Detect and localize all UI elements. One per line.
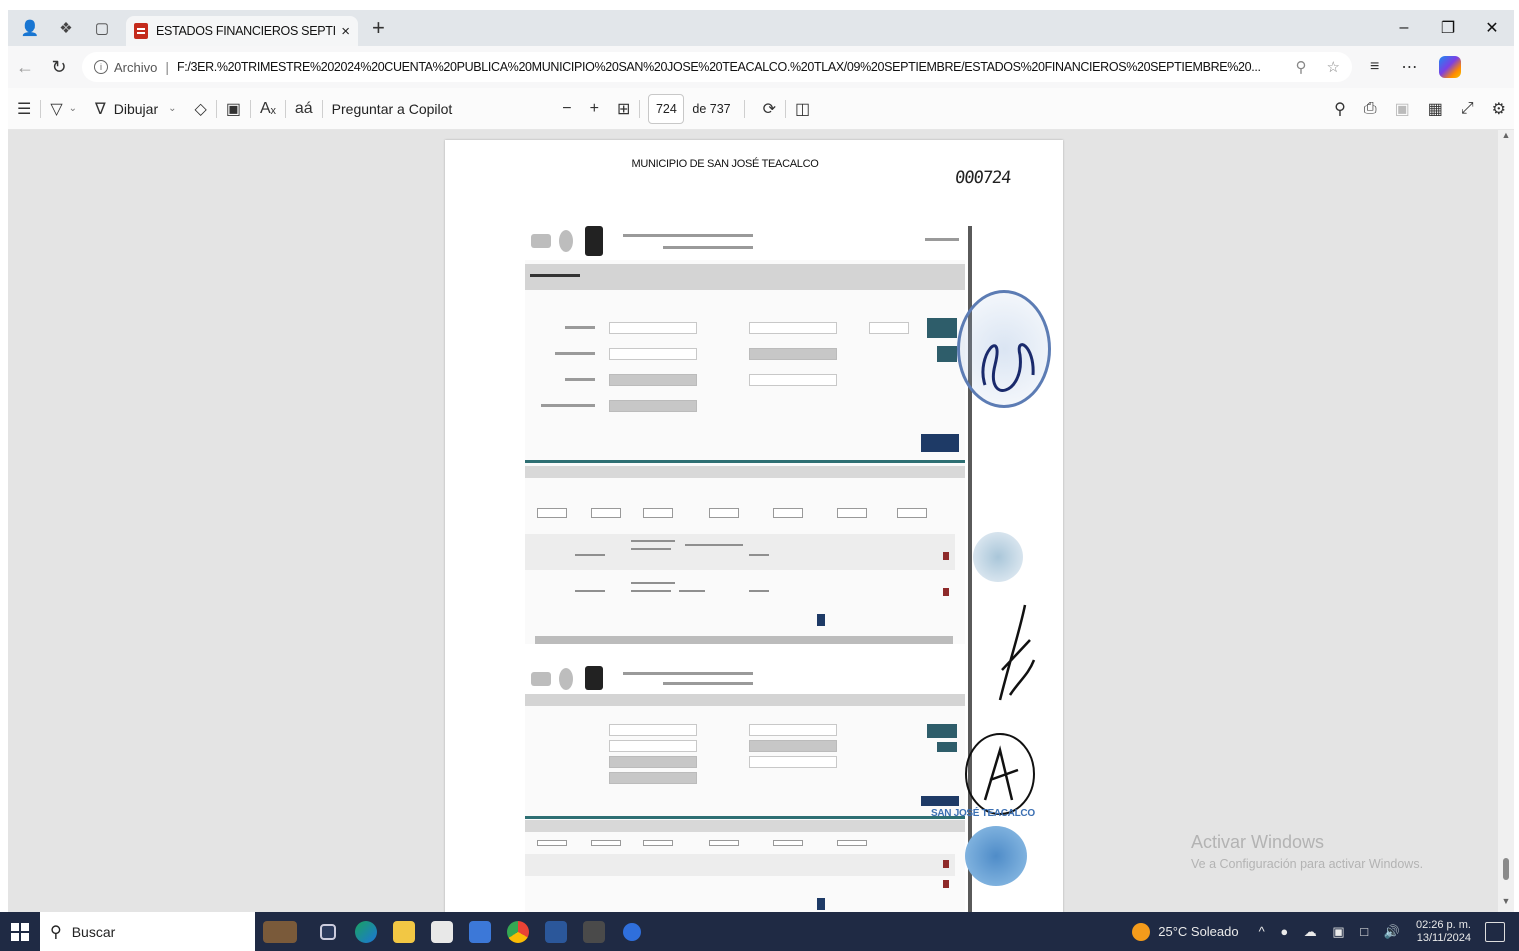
pdf-viewer[interactable]: MUNICIPIO DE SAN JOSÉ TEACALCO 000724 SA…	[8, 130, 1498, 912]
copilot-icon[interactable]	[1439, 56, 1462, 78]
favorite-star-icon[interactable]: ☆	[1327, 58, 1340, 76]
tab-title: ESTADOS FINANCIEROS SEPTIEM	[156, 24, 336, 38]
zoom-out-button[interactable]: −	[562, 100, 571, 118]
fit-page-icon[interactable]: ⊞	[617, 99, 630, 119]
url-text[interactable]: F:/3ER.%20TRIMESTRE%202024%20CUENTA%20PU…	[177, 60, 1284, 74]
textbox-icon[interactable]: ▣	[226, 99, 241, 119]
pdf-page: MUNICIPIO DE SAN JOSÉ TEACALCO 000724 SA…	[445, 140, 1063, 912]
file-explorer-icon[interactable]	[385, 912, 423, 951]
page-number-input[interactable]: 724	[648, 93, 685, 124]
activation-watermark: Activar Windows Ve a Configuración para …	[1191, 832, 1423, 871]
translate-icon[interactable]: aá	[295, 100, 313, 118]
new-tab-button[interactable]: +	[372, 15, 385, 41]
more-icon[interactable]: ⋯	[1401, 57, 1417, 77]
pdf-icon	[134, 23, 148, 39]
save-as-icon[interactable]: ▦	[1428, 99, 1443, 119]
scroll-down-icon[interactable]: ▼	[1498, 896, 1514, 906]
back-icon[interactable]: ←	[8, 57, 42, 78]
search-icon[interactable]: ⚲	[1334, 99, 1346, 119]
favorites-icon[interactable]: ≡	[1370, 58, 1379, 76]
calculator-app-icon[interactable]	[575, 912, 613, 951]
pdf-toolbar: ☰ ▽ ⌄ ∇ Dibujar ⌄ ◇ ▣ Aₓ aá Preguntar a C…	[8, 88, 1514, 130]
search-icon: ⚲	[50, 923, 62, 941]
word-app-icon[interactable]	[537, 912, 575, 951]
scanned-screenshot	[525, 660, 965, 912]
store-app-icon[interactable]	[423, 912, 461, 951]
notification-icon[interactable]	[1485, 921, 1505, 942]
handwritten-signature	[998, 604, 1036, 701]
vertical-scrollbar[interactable]: ▲ ▼	[1498, 130, 1514, 912]
clock[interactable]: 02:26 p. m. 13/11/2024	[1416, 919, 1471, 945]
search-label: Buscar	[71, 923, 116, 940]
ask-copilot-button[interactable]: Preguntar a Copilot	[323, 88, 462, 129]
workspaces-icon[interactable]: ❖	[52, 14, 80, 42]
address-row: ← ↻ i Archivo | F:/3ER.%20TRIMESTRE%2020…	[8, 46, 1514, 88]
info-icon[interactable]: i	[94, 60, 108, 74]
copilot-label: Preguntar a Copilot	[331, 100, 453, 117]
taskbar-search[interactable]: ⚲ Buscar	[40, 912, 255, 951]
watermark-title: Activar Windows	[1191, 832, 1325, 852]
draw-button[interactable]: ∇ Dibujar ⌄	[86, 88, 185, 129]
taskbar: ⚲ Buscar 25°C Soleado ^ ● ☁ ▣ □ 🔊 02:26 …	[0, 912, 1519, 951]
stamp-text: SAN JOSÉ TEACALCO	[931, 808, 1035, 819]
restore-button[interactable]: ❐	[1426, 18, 1470, 38]
people-app-icon[interactable]	[613, 912, 651, 951]
highlight-icon[interactable]: ▽	[50, 99, 62, 119]
refresh-icon[interactable]: ↻	[42, 57, 76, 78]
print-icon[interactable]: ⎙	[1364, 100, 1377, 118]
zoom-page-icon[interactable]: ⚲	[1296, 58, 1307, 76]
erase-icon[interactable]: ◇	[195, 99, 207, 119]
window-controls: – ❐ ✕	[1382, 10, 1514, 46]
rotate-icon[interactable]: ⟳	[763, 99, 776, 119]
watermark-subtitle: Ve a Configuración para activar Windows.	[1191, 857, 1424, 871]
weather-icon[interactable]	[1132, 922, 1151, 941]
handwritten-signature	[981, 343, 1035, 392]
official-seal	[973, 532, 1023, 582]
tab-actions-icon[interactable]: ▢	[88, 14, 116, 42]
tray-icons[interactable]: ^ ● ☁ ▣ □ 🔊	[1259, 924, 1406, 940]
contents-icon[interactable]: ☰	[17, 99, 31, 119]
tab-strip: 👤 ❖ ▢ ESTADOS FINANCIEROS SEPTIEM × + – …	[8, 10, 1514, 46]
scheme-label: Archivo	[114, 59, 158, 75]
draw-icon: ∇	[95, 100, 106, 118]
active-tab[interactable]: ESTADOS FINANCIEROS SEPTIEM ×	[126, 16, 358, 46]
profile-icon[interactable]: 👤	[16, 14, 44, 42]
folio-number: 000724	[953, 168, 1012, 188]
official-seal	[965, 826, 1027, 886]
windows-start-icon[interactable]	[0, 912, 40, 951]
settings-icon[interactable]: ⚙	[1492, 99, 1506, 119]
task-view-icon[interactable]	[309, 912, 347, 951]
system-tray: 25°C Soleado ^ ● ☁ ▣ □ 🔊 02:26 p. m. 13/…	[1132, 912, 1519, 951]
address-separator: |	[165, 59, 169, 75]
chrome-app-icon[interactable]	[499, 912, 537, 951]
close-window-button[interactable]: ✕	[1470, 18, 1514, 38]
weather-text[interactable]: 25°C Soleado	[1158, 924, 1238, 939]
app-icon[interactable]	[461, 912, 499, 951]
handwritten-signature	[965, 733, 1035, 815]
page-view-icon[interactable]: ◫	[795, 99, 810, 119]
screen: 👤 ❖ ▢ ESTADOS FINANCIEROS SEPTIEM × + – …	[0, 0, 1519, 951]
clock-time: 02:26 p. m.	[1415, 918, 1471, 931]
scroll-thumb[interactable]	[1503, 858, 1509, 880]
clock-date: 13/11/2024	[1416, 931, 1471, 944]
save-icon[interactable]: ▣	[1395, 99, 1410, 119]
zoom-in-button[interactable]: +	[590, 100, 599, 118]
page-count: de 737	[692, 101, 731, 116]
minimize-button[interactable]: –	[1382, 19, 1426, 37]
taskbar-widget-icon[interactable]	[261, 912, 299, 951]
scroll-up-icon[interactable]: ▲	[1498, 130, 1514, 140]
scanned-screenshot	[525, 222, 965, 644]
page-title: MUNICIPIO DE SAN JOSÉ TEACALCO	[631, 158, 819, 170]
fullscreen-icon[interactable]: ⤢	[1461, 100, 1474, 118]
edge-app-icon[interactable]	[347, 912, 385, 951]
address-bar[interactable]: i Archivo | F:/3ER.%20TRIMESTRE%202024%2…	[82, 52, 1352, 82]
tab-close-button[interactable]: ×	[341, 23, 350, 40]
read-aloud-icon[interactable]: Aₓ	[260, 100, 276, 118]
draw-label: Dibujar	[113, 100, 159, 117]
